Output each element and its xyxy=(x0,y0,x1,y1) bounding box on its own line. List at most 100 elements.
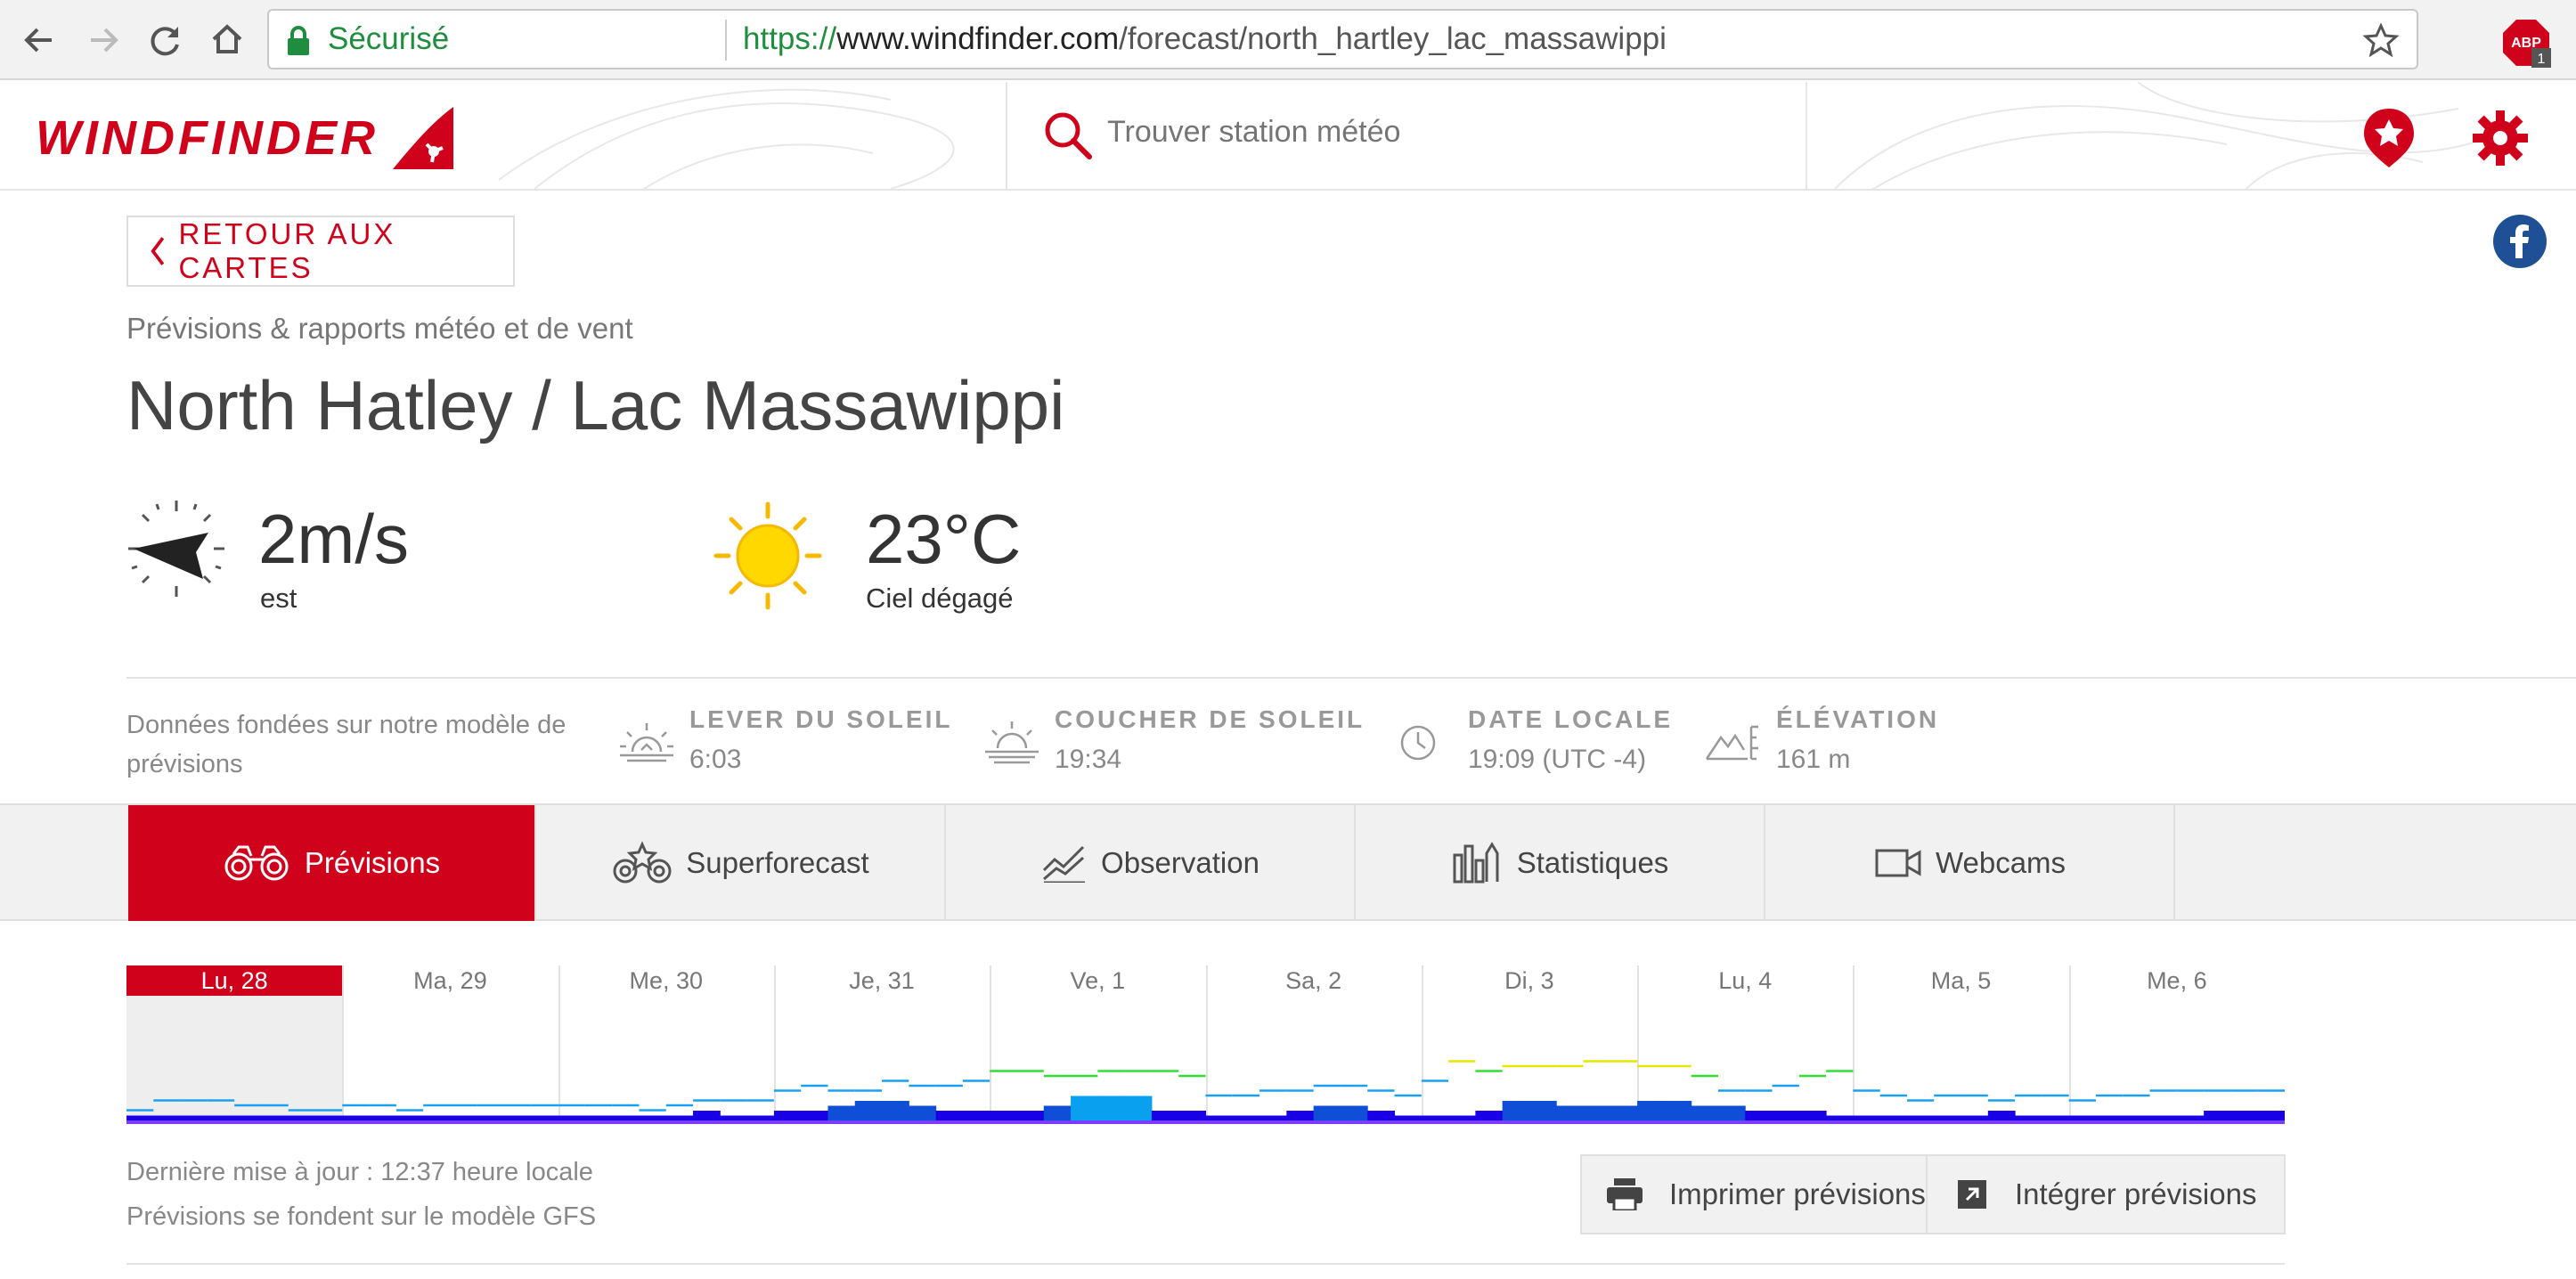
back-arrow-icon[interactable] xyxy=(16,16,64,64)
wind-bar xyxy=(1664,1101,1692,1120)
wind-bar xyxy=(2015,1115,2042,1120)
wind-bar xyxy=(1528,1101,1557,1120)
wind-bar xyxy=(395,1115,424,1120)
forecast-model-text: Prévisions se fondent sur le modèle GFS xyxy=(126,1202,597,1231)
wind-speed-value: 2m/s xyxy=(258,500,410,578)
back-to-maps-button[interactable]: RETOUR AUX CARTES xyxy=(126,216,515,287)
station-search-input[interactable] xyxy=(1105,114,1729,151)
back-to-maps-label: RETOUR AUX CARTES xyxy=(178,217,396,284)
tab-previsions-label: Prévisions xyxy=(304,846,441,879)
wind-bar xyxy=(2042,1115,2070,1120)
local-date-value: 19:09 (UTC -4) xyxy=(1468,745,1647,774)
wind-bar xyxy=(558,1115,586,1120)
tab-superforecast[interactable]: Superforecast xyxy=(538,805,946,921)
wind-bar xyxy=(288,1115,316,1120)
wind-bar xyxy=(584,1115,613,1120)
wind-bar xyxy=(1151,1111,1179,1120)
wind-bar xyxy=(1178,1111,1206,1120)
clock-icon xyxy=(1400,725,1436,761)
temperature-value: 23°C xyxy=(866,500,1022,578)
print-forecast-label: Imprimer prévisions xyxy=(1669,1177,1926,1210)
url-path: /forecast/north_hartley_lac_massawippi xyxy=(1119,21,1667,56)
wind-bar xyxy=(612,1115,640,1120)
tab-webcams[interactable]: Webcams xyxy=(1767,805,2175,921)
tab-previsions[interactable]: Prévisions xyxy=(128,805,536,921)
browser-toolbar: Sécurisé https://www.windfinder.com/fore… xyxy=(0,0,2576,80)
page-title: North Hatley / Lac Massawippi xyxy=(126,366,1065,444)
wind-bar xyxy=(1853,1115,1881,1120)
last-update-text: Dernière mise à jour : 12:37 heure local… xyxy=(126,1158,593,1186)
reload-icon[interactable] xyxy=(141,16,189,64)
wind-bar xyxy=(2149,1115,2178,1120)
wind-bar xyxy=(1798,1111,1827,1120)
wind-bar xyxy=(1475,1111,1504,1120)
sunset-label: COUCHER DE SOLEIL xyxy=(1055,705,1365,733)
wind-bar xyxy=(1421,1115,1449,1120)
wind-bar xyxy=(1717,1105,1746,1120)
wind-bar xyxy=(2257,1111,2285,1120)
wind-bar xyxy=(1071,1096,1098,1120)
wind-bar xyxy=(935,1111,964,1120)
binoculars-icon xyxy=(224,845,289,881)
wind-bar xyxy=(665,1115,694,1120)
sunrise-icon xyxy=(620,723,673,762)
url-text[interactable]: https://www.windfinder.com/forecast/nort… xyxy=(743,21,1667,57)
station-search[interactable] xyxy=(1006,82,1807,189)
wind-bar xyxy=(1987,1111,2016,1120)
tab-statistiques[interactable]: Statistiques xyxy=(1357,805,1765,921)
wind-bar xyxy=(1637,1101,1665,1120)
url-scheme: https:// xyxy=(743,21,837,56)
sun-icon xyxy=(713,501,822,610)
local-date-label: DATE LOCALE xyxy=(1468,705,1674,733)
wind-bar xyxy=(1556,1105,1585,1120)
forecast-day-strip[interactable]: Lu, 28 Ma, 29 Me, 30 Je, 31 Ve, 1 Sa, 2 Di, 3L… xyxy=(126,965,2285,1124)
line-chart-icon xyxy=(1042,845,1086,883)
tab-webcams-label: Webcams xyxy=(1935,846,2067,879)
wind-bar xyxy=(234,1115,262,1120)
search-icon[interactable] xyxy=(1039,107,1096,164)
wind-bar xyxy=(720,1115,748,1120)
wind-bar xyxy=(2095,1115,2124,1120)
wind-bar xyxy=(126,1115,154,1120)
wind-bar xyxy=(2068,1115,2097,1120)
wind-bar xyxy=(369,1115,397,1120)
video-camera-icon xyxy=(1875,849,1921,877)
home-icon[interactable] xyxy=(203,16,251,64)
binoculars-star-icon xyxy=(613,841,672,884)
bar-chart-icon xyxy=(1453,842,1499,884)
sunrise-label: LEVER DU SOLEIL xyxy=(689,705,953,733)
wind-bar xyxy=(180,1115,208,1120)
wind-bar xyxy=(1691,1105,1719,1120)
facebook-icon[interactable] xyxy=(2492,214,2547,269)
wind-direction-label: est xyxy=(260,582,298,614)
elevation-mountain-icon xyxy=(1705,725,1758,761)
print-forecast-button[interactable]: Imprimer prévisions xyxy=(1607,1156,1928,1233)
favorites-star-pin-icon[interactable] xyxy=(2360,107,2417,169)
embed-icon xyxy=(1958,1180,1986,1209)
address-bar[interactable]: Sécurisé https://www.windfinder.com/fore… xyxy=(267,9,2418,69)
embed-forecast-button[interactable]: Intégrer prévisions xyxy=(1931,1156,2284,1233)
windfinder-logo[interactable]: WINDFINDER xyxy=(36,98,457,178)
logo-wordmark: WINDFINDER xyxy=(36,111,379,165)
wind-bar xyxy=(639,1115,667,1120)
wind-bar xyxy=(477,1115,505,1120)
wind-bar xyxy=(1934,1115,1962,1120)
wind-bar xyxy=(854,1101,883,1120)
wind-bar xyxy=(1286,1111,1315,1120)
wind-bar xyxy=(1394,1115,1423,1120)
forecast-tabs: Prévisions Superforecast Observation Sta… xyxy=(0,803,2576,921)
lock-icon xyxy=(288,26,309,55)
forward-arrow-icon[interactable] xyxy=(78,16,126,64)
wind-bar xyxy=(1906,1115,1935,1120)
wind-bar xyxy=(1879,1115,1908,1120)
wind-strip-chart xyxy=(126,1060,2285,1124)
adblock-extension-icon[interactable]: ABP 1 xyxy=(2501,18,2551,68)
logo-sail-icon xyxy=(392,107,453,169)
bottom-divider xyxy=(126,1263,2285,1265)
settings-gear-icon[interactable] xyxy=(2473,110,2528,166)
bookmark-star-icon[interactable] xyxy=(2361,21,2401,61)
tab-observation[interactable]: Observation xyxy=(948,805,1356,921)
wind-bar xyxy=(2230,1111,2259,1120)
wind-bar xyxy=(315,1115,343,1120)
wind-bar xyxy=(1367,1111,1396,1120)
